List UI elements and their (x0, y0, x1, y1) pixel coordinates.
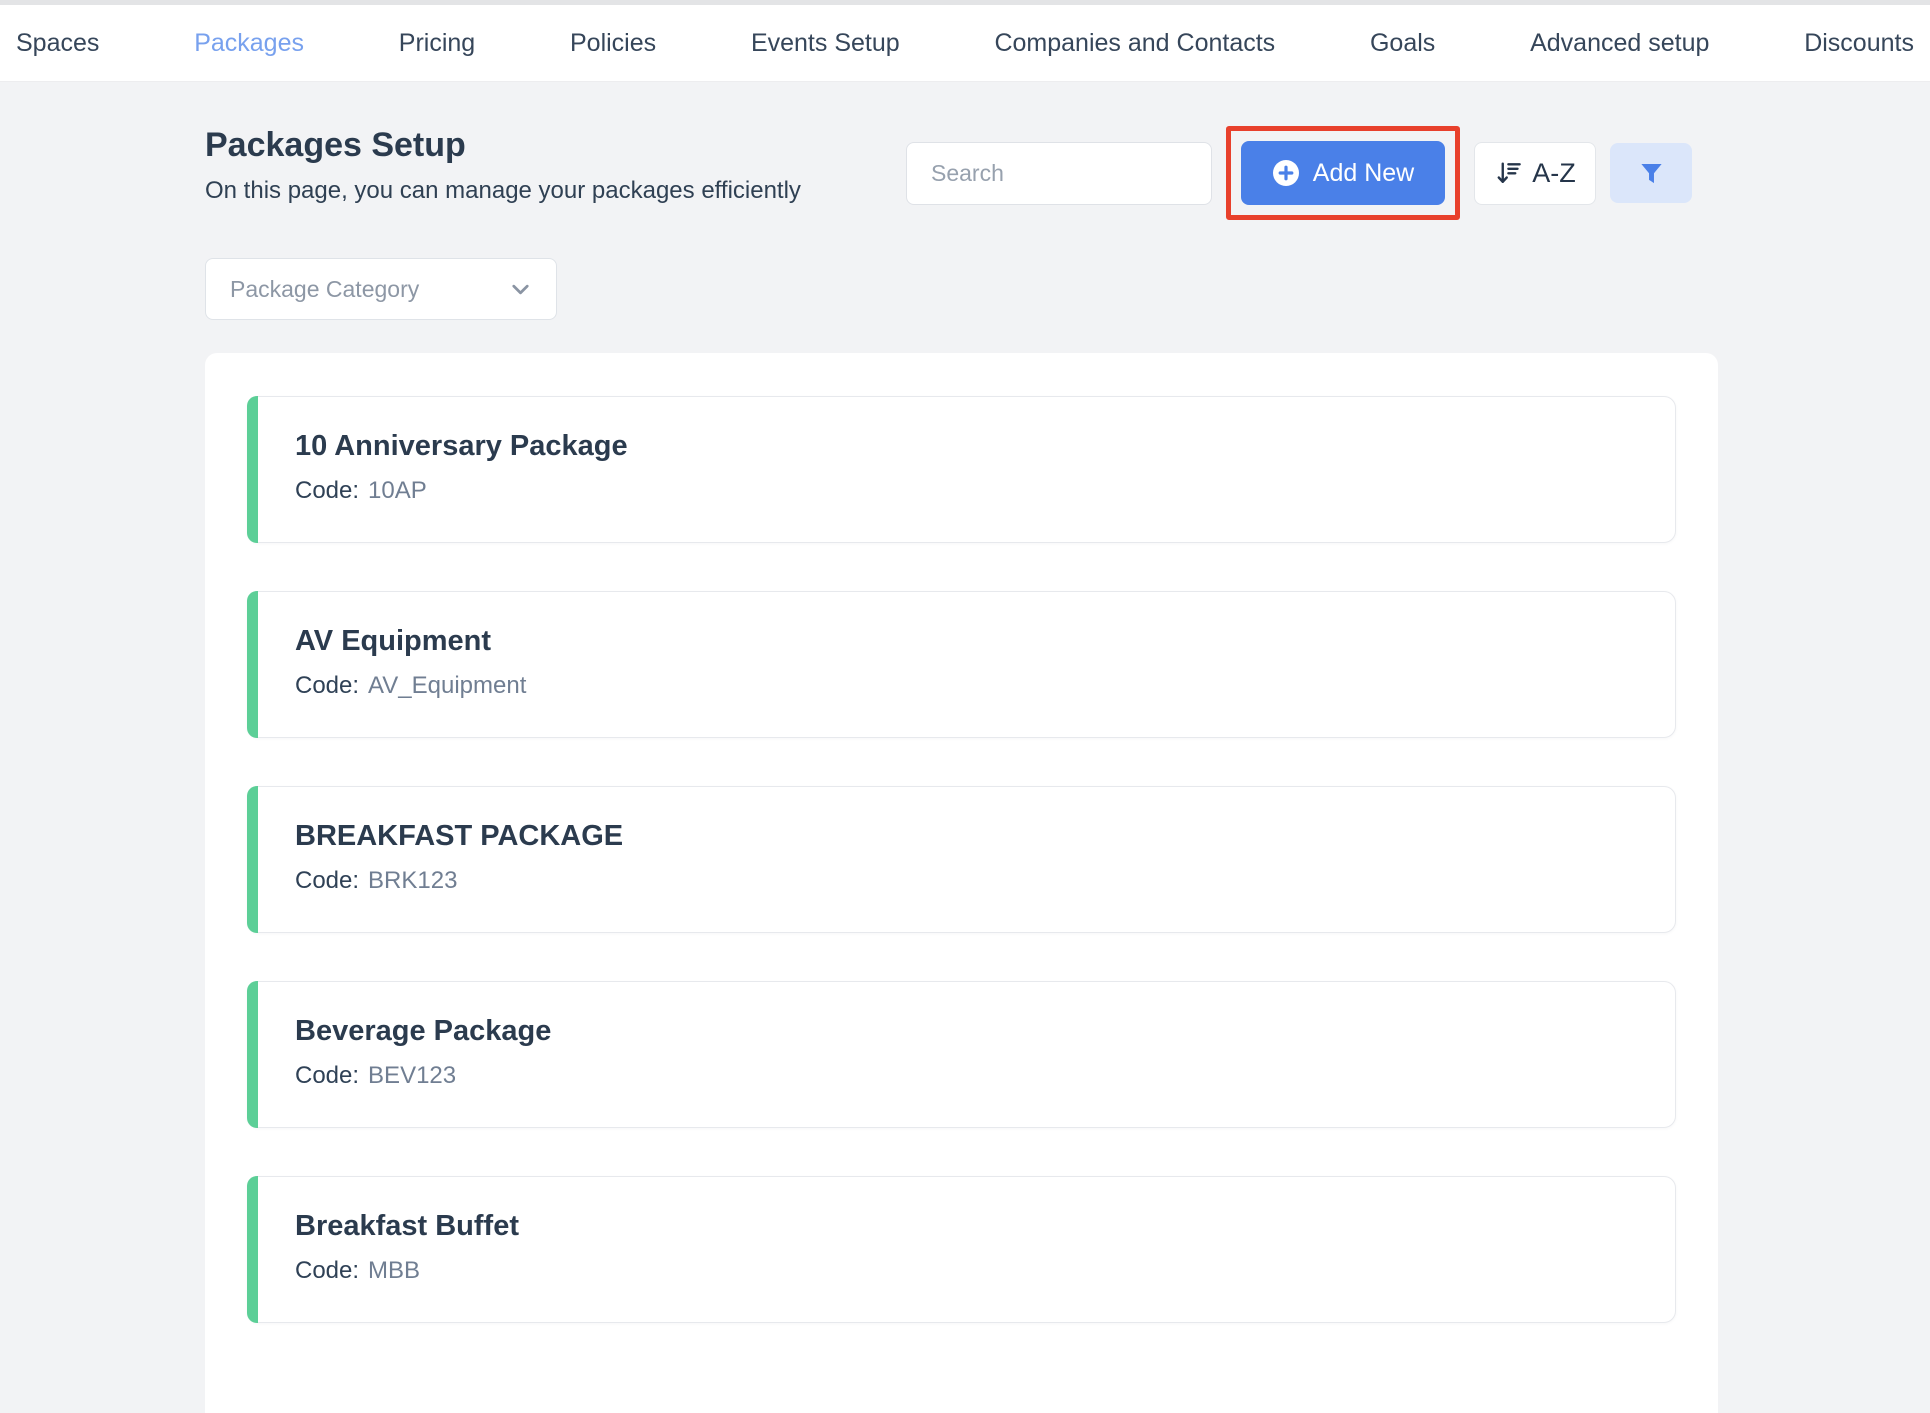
package-code: MBB (368, 1257, 420, 1284)
sort-az-button[interactable]: A-Z (1474, 142, 1596, 205)
nav-item-advanced-setup[interactable]: Advanced setup (1530, 29, 1709, 58)
package-card[interactable]: 10 Anniversary Package Code: 10AP (247, 396, 1676, 543)
sort-descending-icon (1494, 158, 1524, 188)
nav-item-events-setup[interactable]: Events Setup (751, 29, 900, 58)
nav-item-goals[interactable]: Goals (1370, 29, 1435, 58)
nav-item-policies[interactable]: Policies (570, 29, 656, 58)
page-title: Packages Setup (205, 126, 801, 165)
package-name: BREAKFAST PACKAGE (295, 820, 1675, 853)
package-name: Beverage Package (295, 1015, 1675, 1048)
package-code: BRK123 (368, 867, 457, 894)
page-header: Packages Setup On this page, you can man… (0, 82, 1930, 220)
funnel-icon (1638, 160, 1665, 187)
nav-item-companies-and-contacts[interactable]: Companies and Contacts (994, 29, 1275, 58)
search-input[interactable] (906, 142, 1212, 205)
toolbar: Add New A-Z (906, 126, 1692, 220)
packages-list-panel: 10 Anniversary Package Code: 10AP AV Equi… (205, 353, 1718, 1413)
nav-item-discounts[interactable]: Discounts (1804, 29, 1914, 58)
sort-az-label: A-Z (1532, 158, 1576, 189)
card-accent-bar (247, 591, 258, 738)
nav-item-packages[interactable]: Packages (194, 29, 304, 58)
card-accent-bar (247, 981, 258, 1128)
plus-circle-icon (1272, 159, 1300, 187)
package-code: 10AP (368, 477, 427, 504)
annotation-highlight-box: Add New (1226, 126, 1460, 220)
code-label: Code: (295, 1062, 359, 1089)
package-category-placeholder: Package Category (230, 276, 419, 303)
package-code: BEV123 (368, 1062, 456, 1089)
card-accent-bar (247, 1176, 258, 1323)
card-accent-bar (247, 396, 258, 543)
package-code: AV_Equipment (368, 672, 526, 699)
package-name: 10 Anniversary Package (295, 430, 1675, 463)
code-label: Code: (295, 477, 359, 504)
package-card[interactable]: Breakfast Buffet Code: MBB (247, 1176, 1676, 1323)
top-navbar: Spaces Packages Pricing Policies Events … (0, 5, 1930, 82)
card-accent-bar (247, 786, 258, 933)
filter-button[interactable] (1610, 143, 1692, 203)
package-card[interactable]: BREAKFAST PACKAGE Code: BRK123 (247, 786, 1676, 933)
package-name: AV Equipment (295, 625, 1675, 658)
title-block: Packages Setup On this page, you can man… (205, 126, 801, 205)
code-label: Code: (295, 1257, 359, 1284)
nav-item-spaces[interactable]: Spaces (16, 29, 99, 58)
package-category-dropdown[interactable]: Package Category (205, 258, 557, 320)
page-subtitle: On this page, you can manage your packag… (205, 177, 801, 205)
add-new-label: Add New (1313, 159, 1414, 188)
nav-item-pricing[interactable]: Pricing (399, 29, 475, 58)
code-label: Code: (295, 867, 359, 894)
package-card[interactable]: AV Equipment Code: AV_Equipment (247, 591, 1676, 738)
package-card[interactable]: Beverage Package Code: BEV123 (247, 981, 1676, 1128)
code-label: Code: (295, 672, 359, 699)
add-new-button[interactable]: Add New (1241, 141, 1445, 205)
package-name: Breakfast Buffet (295, 1210, 1675, 1243)
chevron-down-icon (507, 276, 534, 303)
